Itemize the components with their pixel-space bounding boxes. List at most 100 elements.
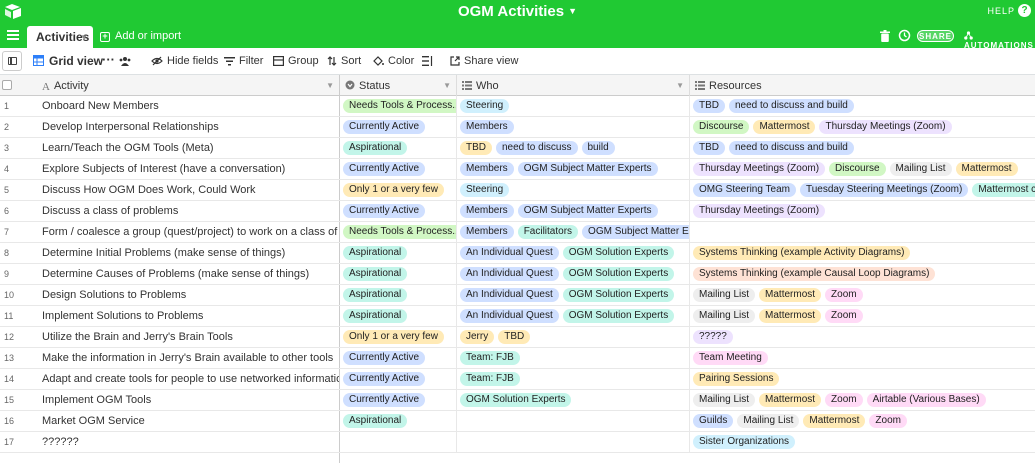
row-height-icon[interactable] xyxy=(422,56,433,66)
resources-cell[interactable]: Mailing List Mattermost Zoom xyxy=(690,306,1035,326)
resources-cell[interactable]: Discourse Mattermost Thursday Meetings (Zo… xyxy=(690,117,1035,137)
help-link[interactable]: HELP xyxy=(987,6,1015,16)
tab-activities[interactable]: Activities ▼ xyxy=(27,26,93,48)
who-cell[interactable]: An Individual Quest OGM Solution Experts xyxy=(457,285,690,305)
status-cell[interactable]: Only 1 or a very few xyxy=(340,180,457,200)
status-cell[interactable]: Currently Active xyxy=(340,117,457,137)
resources-cell[interactable]: Sister Organizations xyxy=(690,432,1035,452)
resources-cell[interactable]: Thursday Meetings (Zoom) xyxy=(690,201,1035,221)
sidebar-toggle-button[interactable] xyxy=(2,51,22,71)
chevron-down-icon[interactable]: ▼ xyxy=(80,33,88,42)
sort-button[interactable]: Sort xyxy=(327,55,361,67)
activity-cell[interactable]: ?????? xyxy=(36,432,340,452)
resources-cell[interactable]: Thursday Meetings (Zoom) Discourse Mailing… xyxy=(690,159,1035,179)
who-cell[interactable]: An Individual Quest OGM Solution Experts xyxy=(457,264,690,284)
table-row[interactable]: 5 Discuss How OGM Does Work, Could Work On… xyxy=(0,180,1035,201)
activity-cell[interactable]: Onboard New Members xyxy=(36,96,340,116)
activity-cell[interactable]: Develop Interpersonal Relationships xyxy=(36,117,340,137)
resources-cell[interactable]: Systems Thinking (example Activity Diagr… xyxy=(690,243,1035,263)
who-cell[interactable]: OGM Solution Experts xyxy=(457,390,690,410)
add-or-import-button[interactable]: + Add or import xyxy=(100,30,181,42)
activity-cell[interactable]: Implement OGM Tools xyxy=(36,390,340,410)
who-cell[interactable]: Members xyxy=(457,117,690,137)
status-cell[interactable]: Needs Tools & Process... xyxy=(340,222,457,242)
activity-cell[interactable]: Determine Causes of Problems (make sense… xyxy=(36,264,340,284)
status-cell[interactable]: Aspirational xyxy=(340,285,457,305)
resources-cell[interactable]: TBD need to discuss and build xyxy=(690,96,1035,116)
chevron-down-icon[interactable]: ▼ xyxy=(326,81,334,90)
table-row[interactable]: 6 Discuss a class of problems Currently Ac… xyxy=(0,201,1035,222)
column-header-status[interactable]: Status ▼ xyxy=(340,75,457,96)
resources-cell[interactable]: Pairing Sessions xyxy=(690,369,1035,389)
view-switcher[interactable]: Grid view xyxy=(33,54,103,68)
collaborators-icon[interactable] xyxy=(119,56,131,66)
column-header-activity[interactable]: A Activity ▼ xyxy=(36,75,340,96)
who-cell[interactable]: Members OGM Subject Matter Experts xyxy=(457,159,690,179)
status-cell[interactable] xyxy=(340,432,457,452)
color-button[interactable]: Color xyxy=(373,55,414,67)
resources-cell[interactable]: Mailing List Mattermost Zoom xyxy=(690,285,1035,305)
table-row[interactable]: 13 Make the information in Jerry's Brain … xyxy=(0,348,1035,369)
activity-cell[interactable]: Utilize the Brain and Jerry's Brain Tool… xyxy=(36,327,340,347)
activity-cell[interactable]: Discuss How OGM Does Work, Could Work xyxy=(36,180,340,200)
table-row[interactable]: 9 Determine Causes of Problems (make sens… xyxy=(0,264,1035,285)
who-cell[interactable]: Team: FJB xyxy=(457,369,690,389)
activity-cell[interactable]: Learn/Teach the OGM Tools (Meta) xyxy=(36,138,340,158)
filter-button[interactable]: Filter xyxy=(224,55,263,67)
table-row[interactable]: 8 Determine Initial Problems (make sense … xyxy=(0,243,1035,264)
airtable-logo[interactable] xyxy=(4,3,22,20)
table-row[interactable]: 1 Onboard New Members Needs Tools & Proces… xyxy=(0,96,1035,117)
trash-icon[interactable] xyxy=(880,30,890,42)
status-cell[interactable]: Currently Active xyxy=(340,369,457,389)
status-cell[interactable]: Needs Tools & Process... xyxy=(340,96,457,116)
who-cell[interactable]: Jerry TBD xyxy=(457,327,690,347)
share-view-button[interactable]: Share view xyxy=(450,55,518,67)
table-row[interactable]: 3 Learn/Teach the OGM Tools (Meta) Aspirat… xyxy=(0,138,1035,159)
column-header-resources[interactable]: Resources xyxy=(690,75,1035,96)
who-cell[interactable] xyxy=(457,432,690,452)
history-icon[interactable] xyxy=(898,29,911,42)
resources-cell[interactable]: Systems Thinking (example Causal Loop Di… xyxy=(690,264,1035,284)
who-cell[interactable]: Team: FJB xyxy=(457,348,690,368)
who-cell[interactable]: TBD need to discuss build xyxy=(457,138,690,158)
status-cell[interactable]: Currently Active xyxy=(340,390,457,410)
table-row[interactable]: 11 Implement Solutions to Problems Aspirat… xyxy=(0,306,1035,327)
share-button[interactable]: SHARE xyxy=(917,30,954,42)
resources-cell[interactable]: Mailing List Mattermost Zoom Airtable (Vari… xyxy=(690,390,1035,410)
status-cell[interactable]: Currently Active xyxy=(340,159,457,179)
table-row[interactable]: 12 Utilize the Brain and Jerry's Brain To… xyxy=(0,327,1035,348)
who-cell[interactable] xyxy=(457,411,690,431)
table-row[interactable]: 4 Explore Subjects of Interest (have a co… xyxy=(0,159,1035,180)
activity-cell[interactable]: Market OGM Service xyxy=(36,411,340,431)
chevron-down-icon[interactable]: ▼ xyxy=(443,81,451,90)
activity-cell[interactable]: Implement Solutions to Problems xyxy=(36,306,340,326)
help-icon[interactable]: ? xyxy=(1018,4,1031,17)
status-cell[interactable]: Only 1 or a very few xyxy=(340,327,457,347)
column-header-who[interactable]: Who ▼ xyxy=(457,75,690,96)
add-row-area[interactable] xyxy=(0,453,1035,463)
table-row[interactable]: 10 Design Solutions to Problems Aspiration… xyxy=(0,285,1035,306)
who-cell[interactable]: Steering xyxy=(457,96,690,116)
table-row[interactable]: 7 Form / coalesce a group (quest/project)… xyxy=(0,222,1035,243)
resources-cell[interactable] xyxy=(690,222,1035,242)
hide-fields-button[interactable]: Hide fields xyxy=(151,55,218,67)
activity-cell[interactable]: Make the information in Jerry's Brain av… xyxy=(36,348,340,368)
activity-cell[interactable]: Design Solutions to Problems xyxy=(36,285,340,305)
table-row[interactable]: 14 Adapt and create tools for people to u… xyxy=(0,369,1035,390)
resources-cell[interactable]: Team Meeting xyxy=(690,348,1035,368)
who-cell[interactable]: MembersFacilitatorsOGM Subject Matter Ex… xyxy=(457,222,690,242)
select-all-checkbox[interactable] xyxy=(2,80,12,90)
who-cell[interactable]: Steering xyxy=(457,180,690,200)
group-button[interactable]: Group xyxy=(273,55,319,67)
status-cell[interactable]: Aspirational xyxy=(340,411,457,431)
resources-cell[interactable]: OMG Steering Team Tuesday Steering Meetin… xyxy=(690,180,1035,200)
hamburger-menu-icon[interactable] xyxy=(7,30,19,40)
view-more-button[interactable]: ··· xyxy=(102,52,115,67)
resources-cell[interactable]: TBD need to discuss and build xyxy=(690,138,1035,158)
table-row[interactable]: 17?????? Sister Organizations xyxy=(0,432,1035,453)
table-row[interactable]: 16 Market OGM Service Aspirational Guilds Ma… xyxy=(0,411,1035,432)
table-row[interactable]: 15 Implement OGM Tools Currently Active OGM… xyxy=(0,390,1035,411)
who-cell[interactable]: Members OGM Subject Matter Experts xyxy=(457,201,690,221)
table-row[interactable]: 2 Develop Interpersonal Relationships Curr… xyxy=(0,117,1035,138)
status-cell[interactable]: Aspirational xyxy=(340,138,457,158)
